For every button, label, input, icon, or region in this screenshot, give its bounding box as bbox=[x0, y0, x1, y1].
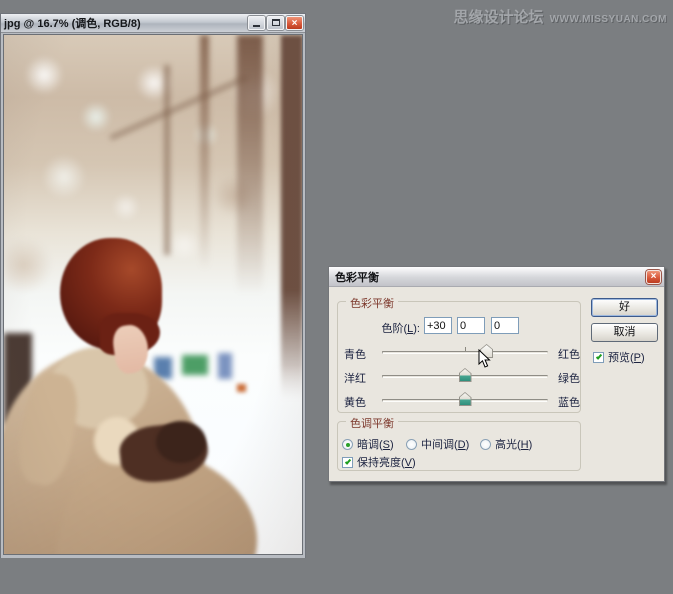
highlights-radio-label: 高光(H) bbox=[495, 436, 532, 452]
dialog-title: 色彩平衡 bbox=[329, 269, 379, 285]
shadows-radio-label: 暗调(S) bbox=[357, 436, 394, 452]
radio-icon bbox=[406, 439, 417, 450]
levels-input-3[interactable] bbox=[491, 317, 519, 334]
magenta-label: 洋红 bbox=[344, 370, 380, 386]
levels-input-1[interactable] bbox=[424, 317, 452, 334]
dialog-close-button[interactable]: × bbox=[646, 270, 661, 284]
preserve-luminosity-label: 保持亮度(V) bbox=[357, 454, 416, 470]
close-icon: × bbox=[292, 18, 298, 29]
green-label: 绿色 bbox=[558, 370, 588, 386]
checkbox-icon bbox=[593, 352, 604, 363]
magenta-green-slider-row: 洋红 绿色 bbox=[338, 366, 580, 388]
mouse-cursor-icon bbox=[478, 349, 492, 369]
preview-checkbox[interactable]: 预览(P) bbox=[593, 349, 645, 365]
levels-label: 色阶(L): bbox=[338, 320, 420, 336]
photo-vignette bbox=[4, 35, 302, 554]
color-balance-dialog: 色彩平衡 × 色彩平衡 色阶(L): 青色 红色 洋红 绿色 黄色 bbox=[328, 266, 665, 482]
color-balance-group: 色彩平衡 色阶(L): 青色 红色 洋红 绿色 黄色 蓝色 bbox=[337, 301, 581, 413]
yellow-blue-slider-row: 黄色 蓝色 bbox=[338, 390, 580, 412]
preserve-luminosity-checkbox[interactable]: 保持亮度(V) bbox=[342, 454, 416, 470]
image-window-body bbox=[1, 33, 305, 558]
photo-canvas bbox=[4, 35, 302, 554]
ok-button[interactable]: 好 bbox=[591, 298, 658, 317]
minimize-button[interactable] bbox=[248, 16, 265, 30]
tone-balance-group: 色调平衡 暗调(S) 中间调(D) 高光(H) 保持亮度(V) bbox=[337, 421, 581, 471]
close-window-button[interactable]: × bbox=[286, 16, 303, 30]
cyan-label: 青色 bbox=[344, 346, 380, 362]
shadows-radio[interactable]: 暗调(S) bbox=[342, 436, 394, 452]
close-icon: × bbox=[651, 271, 657, 282]
watermark-site-name: 思缘设计论坛 bbox=[454, 6, 544, 27]
yellow-label: 黄色 bbox=[344, 394, 380, 410]
image-document-window: jpg @ 16.7% (调色, RGB/8) × bbox=[0, 13, 306, 558]
photoshop-workspace: 思缘设计论坛 WWW.MISSYUAN.COM jpg @ 16.7% (调色,… bbox=[0, 0, 673, 594]
maximize-button[interactable] bbox=[267, 16, 284, 30]
cancel-button[interactable]: 取消 bbox=[591, 323, 658, 342]
watermark-site-url: WWW.MISSYUAN.COM bbox=[550, 14, 667, 25]
preview-checkbox-label: 预览(P) bbox=[608, 349, 645, 365]
red-label: 红色 bbox=[558, 346, 588, 362]
image-window-title: jpg @ 16.7% (调色, RGB/8) bbox=[1, 15, 141, 31]
blue-label: 蓝色 bbox=[558, 394, 588, 410]
midtones-radio-label: 中间调(D) bbox=[421, 436, 469, 452]
image-window-titlebar[interactable]: jpg @ 16.7% (调色, RGB/8) × bbox=[1, 14, 305, 33]
levels-input-2[interactable] bbox=[457, 317, 485, 334]
slider-center-tick bbox=[465, 347, 466, 351]
yellow-blue-slider-thumb[interactable] bbox=[459, 392, 472, 406]
checkbox-icon bbox=[342, 457, 353, 468]
color-balance-group-label: 色彩平衡 bbox=[346, 295, 398, 311]
midtones-radio[interactable]: 中间调(D) bbox=[406, 436, 469, 452]
cyan-red-slider-row: 青色 红色 bbox=[338, 342, 580, 364]
highlights-radio[interactable]: 高光(H) bbox=[480, 436, 532, 452]
minimize-icon bbox=[253, 25, 260, 27]
watermark: 思缘设计论坛 WWW.MISSYUAN.COM bbox=[454, 6, 667, 27]
tone-balance-group-label: 色调平衡 bbox=[346, 415, 398, 431]
dialog-titlebar[interactable]: 色彩平衡 × bbox=[329, 267, 664, 287]
magenta-green-slider-thumb[interactable] bbox=[459, 368, 472, 382]
maximize-icon bbox=[272, 19, 280, 26]
cyan-red-slider-track[interactable] bbox=[382, 351, 548, 354]
radio-icon bbox=[342, 439, 353, 450]
radio-icon bbox=[480, 439, 491, 450]
